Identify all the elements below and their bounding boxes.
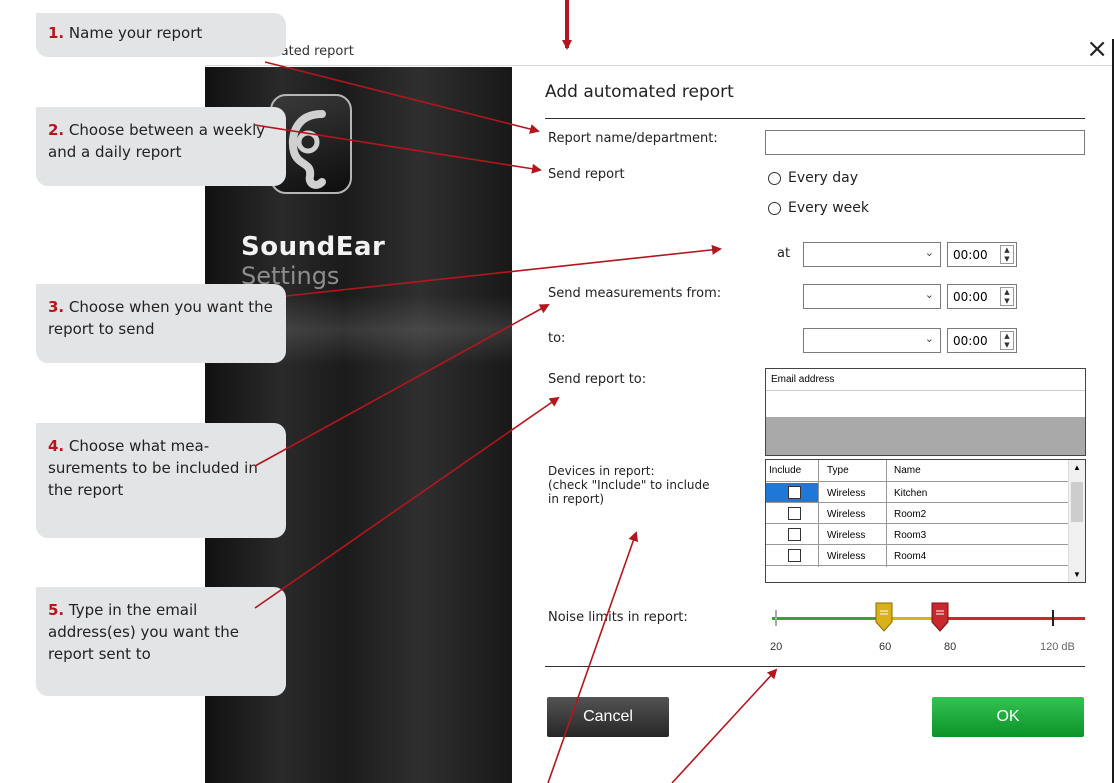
to-time-input[interactable]: 00:00 ▲ ▼ [947,328,1017,353]
send-to-label: Send report to: [548,372,647,387]
email-list-empty-area [766,417,1085,455]
callout-4: 4. Choose what mea-surements to be inclu… [36,423,286,538]
noise-red-range [940,617,1085,620]
from-day-select[interactable]: ⌄ [803,284,941,309]
table-row[interactable]: Wireless Room4 [766,546,1069,566]
callout-number: 3. [48,298,65,316]
radio-every-week-label: Every week [788,200,870,216]
chevron-down-icon: ⌄ [924,246,934,259]
email-list[interactable]: Email address [765,368,1086,456]
include-checkbox[interactable] [788,528,801,541]
title-divider [545,118,1085,119]
device-name: Room4 [894,551,927,562]
callout-text: Choose between a weekly and a daily repo… [48,121,266,161]
callout-number: 2. [48,121,65,139]
brand-name: SoundEar [241,232,386,262]
device-type: Wireless [827,488,866,499]
noise-upper-handle[interactable] [931,602,949,632]
callout-1: 1. Name your report [36,13,286,57]
callout-3: 3. Choose when you want the report to se… [36,284,286,363]
column-type[interactable]: Type [827,465,849,476]
send-report-label: Send report [548,167,625,182]
dialog-title: Add automated report [545,82,734,102]
table-row[interactable]: Wireless Room3 [766,525,1069,545]
ok-button[interactable]: OK [932,697,1084,737]
time-spinner-icon[interactable]: ▲ ▼ [1000,287,1014,306]
table-row[interactable]: Wireless Room2 [766,504,1069,524]
column-divider [818,460,819,567]
device-type: Wireless [827,530,866,541]
scroll-up-icon[interactable]: ▲ [1073,463,1081,472]
arrow-noise [671,668,778,783]
measurements-from-label: Send measurements from: [548,286,722,301]
tick-60: 60 [879,641,892,653]
device-name: Room3 [894,530,927,541]
at-label: at [777,246,791,261]
callout-text: Choose when you want the report to send [48,298,273,338]
tick-120: 120 dB [1040,641,1075,653]
include-checkbox[interactable] [788,507,801,520]
email-column-header: Email address [766,369,1085,391]
devices-hint-2: in report) [548,492,605,506]
scrollbar-thumb[interactable] [1071,482,1083,522]
devices-table-header: Include Type Name [766,460,1069,482]
device-name: Room2 [894,509,927,520]
device-name: Kitchen [894,488,928,499]
callout-2: 2. Choose between a weekly and a daily r… [36,107,286,186]
chevron-down-icon: ⌄ [924,288,934,301]
send-day-select[interactable]: ⌄ [803,242,941,267]
cancel-button[interactable]: Cancel [547,697,669,737]
report-name-input[interactable] [765,130,1085,155]
radio-every-week[interactable]: Every week [768,200,869,216]
radio-every-day[interactable]: Every day [768,170,858,186]
report-name-label: Report name/department: [548,131,718,146]
tick-80: 80 [944,641,957,653]
devices-label: Devices in report: [548,464,655,478]
column-name[interactable]: Name [894,465,921,476]
callout-number: 5. [48,601,65,619]
device-type: Wireless [827,509,866,520]
slider-min-tick [775,610,777,626]
window-titlebar: mated report × [205,36,1114,66]
column-divider [886,460,887,567]
chevron-down-icon: ⌄ [924,332,934,345]
to-label: to: [548,331,566,346]
noise-lower-handle[interactable] [875,602,893,632]
tick-20: 20 [770,641,783,653]
to-day-select[interactable]: ⌄ [803,328,941,353]
devices-table[interactable]: Include Type Name Wireless Kitchen Wirel… [765,459,1086,583]
devices-scrollbar[interactable]: ▲ ▼ [1068,460,1085,582]
callout-5: 5. Type in the email address(es) you wan… [36,587,286,696]
scroll-down-icon[interactable]: ▼ [1073,570,1081,579]
callout-text: Choose what mea-surements to be included… [48,437,258,499]
column-include[interactable]: Include [769,465,801,476]
callout-text: Type in the email address(es) you want t… [48,601,240,663]
include-checkbox[interactable] [788,486,801,499]
callout-text: Name your report [68,24,203,42]
table-row[interactable]: Wireless Kitchen [766,483,1069,503]
noise-label: Noise limits in report: [548,610,688,625]
send-time-input[interactable]: 00:00 ▲ ▼ [947,242,1017,267]
radio-circle-icon [768,171,781,185]
radio-circle-icon [768,201,781,215]
close-button[interactable]: × [1086,36,1108,62]
from-time-input[interactable]: 00:00 ▲ ▼ [947,284,1017,309]
callout-number: 1. [48,24,65,42]
noise-green-range [772,617,884,620]
time-spinner-icon[interactable]: ▲ ▼ [1000,245,1014,264]
footer-divider [545,666,1085,667]
slider-max-tick [1052,610,1054,626]
time-spinner-icon[interactable]: ▲ ▼ [1000,331,1014,350]
include-checkbox[interactable] [788,549,801,562]
radio-every-day-label: Every day [788,170,858,186]
callout-number: 4. [48,437,65,455]
device-type: Wireless [827,551,866,562]
arrow-devices [547,531,639,783]
devices-hint: (check "Include" to include [548,478,710,492]
